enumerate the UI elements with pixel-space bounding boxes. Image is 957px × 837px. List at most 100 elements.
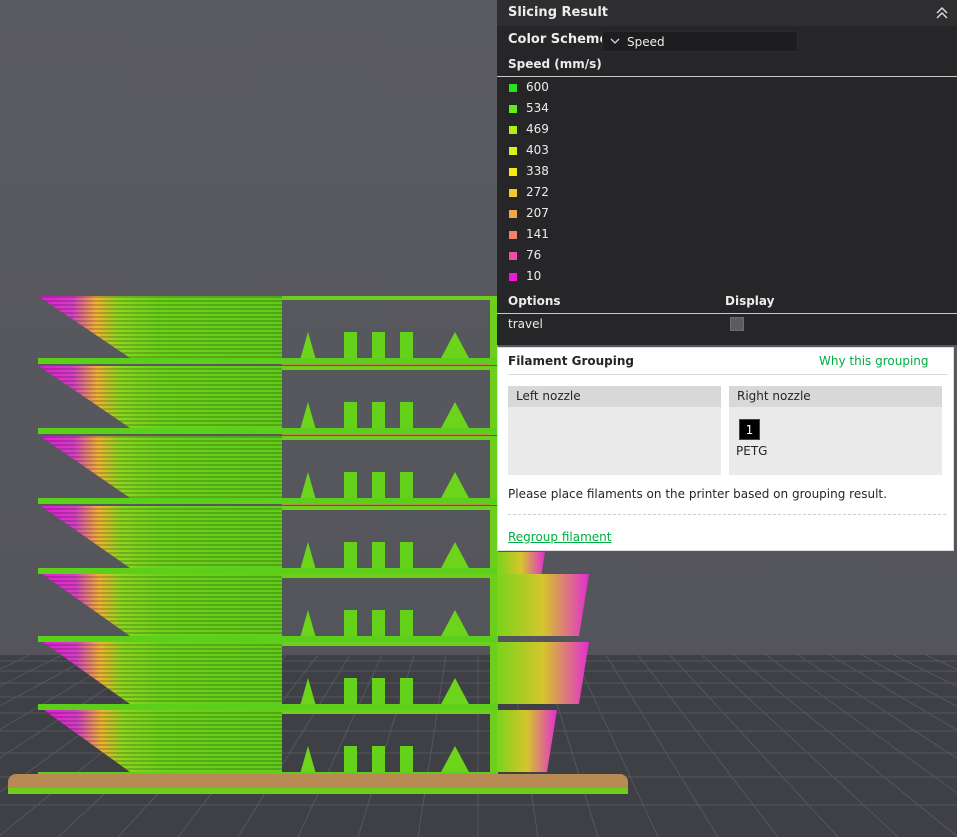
pillar <box>400 332 413 360</box>
color-scheme-value: Speed <box>627 35 665 49</box>
left-nozzle-label: Left nozzle <box>508 386 721 407</box>
chevron-down-icon <box>610 38 620 44</box>
shelf-bottom-edge <box>38 568 498 574</box>
collapse-up-icon[interactable] <box>934 5 950 21</box>
shelf-left-stripes <box>40 436 282 498</box>
legend-swatch <box>509 105 517 113</box>
pillar <box>372 678 385 706</box>
shelf-bottom-edge <box>38 704 498 710</box>
pillar <box>344 610 357 638</box>
cone-small <box>300 610 316 638</box>
pillar <box>372 610 385 638</box>
pillar <box>400 678 413 706</box>
shelf-top-rail <box>282 506 494 510</box>
legend-swatch <box>509 231 517 239</box>
travel-option-label: travel <box>508 317 543 331</box>
shelf-bottom-edge <box>38 428 498 434</box>
shelf-top-rail <box>282 436 494 440</box>
shelf-right-post <box>490 710 498 779</box>
legend-label: 10 <box>526 269 542 283</box>
legend-label: 469 <box>526 122 549 136</box>
pillar <box>400 746 413 774</box>
pillar <box>400 610 413 638</box>
regroup-filament-link[interactable]: Regroup filament <box>508 530 611 544</box>
color-scheme-label: Color Scheme <box>508 32 609 47</box>
speed-legend-item: 403 <box>509 143 589 161</box>
pillar <box>344 402 357 430</box>
filament-grouping-panel: Filament Grouping Why this grouping Left… <box>497 347 954 551</box>
shelf-left-stripes <box>38 296 282 358</box>
shelf-right-block <box>497 574 589 636</box>
left-nozzle-box[interactable]: Left nozzle <box>508 386 721 475</box>
cone-large <box>440 610 470 638</box>
cone-small <box>300 472 316 500</box>
cone-large <box>440 402 470 430</box>
shelf-top-rail <box>282 710 494 714</box>
legend-swatch <box>509 84 517 92</box>
pillar <box>400 402 413 430</box>
legend-swatch <box>509 210 517 218</box>
right-nozzle-label: Right nozzle <box>729 386 942 407</box>
legend-label: 76 <box>526 248 542 262</box>
color-scheme-select[interactable]: Speed <box>602 31 798 52</box>
pillar <box>372 472 385 500</box>
filament-chip[interactable]: 1 <box>739 419 760 440</box>
shelf-left-stripes <box>41 506 282 568</box>
shelf-top-rail <box>282 574 494 578</box>
pillar <box>344 472 357 500</box>
pillar <box>372 332 385 360</box>
cone-large <box>440 332 470 360</box>
legend-swatch <box>509 189 517 197</box>
slicing-result-title: Slicing Result <box>508 5 609 20</box>
speed-legend-item: 469 <box>509 122 589 140</box>
divider <box>497 76 957 77</box>
legend-label: 141 <box>526 227 549 241</box>
slicing-result-panel: Slicing Result Color Scheme Speed Speed … <box>497 0 957 345</box>
shelf-left-stripes <box>43 642 282 704</box>
right-nozzle-box[interactable]: Right nozzle 1 PETG <box>729 386 942 475</box>
legend-label: 272 <box>526 185 549 199</box>
divider <box>508 374 948 375</box>
travel-display-checkbox[interactable] <box>730 317 744 331</box>
display-heading: Display <box>725 294 775 308</box>
shelf-right-post <box>490 642 498 711</box>
pillar <box>372 542 385 570</box>
pillar <box>344 332 357 360</box>
legend-swatch <box>509 168 517 176</box>
pillar <box>400 542 413 570</box>
shelf-right-block <box>497 710 557 772</box>
cone-small <box>300 542 316 570</box>
cone-small <box>300 332 316 360</box>
filament-name: PETG <box>736 444 768 458</box>
pillar <box>372 402 385 430</box>
cone-small <box>300 678 316 706</box>
pillar <box>344 542 357 570</box>
base-plate-edge <box>8 788 628 794</box>
cone-large <box>440 472 470 500</box>
why-this-grouping-link[interactable]: Why this grouping <box>819 354 929 368</box>
grouping-note: Please place filaments on the printer ba… <box>508 487 887 501</box>
speed-legend-item: 141 <box>509 227 589 245</box>
legend-label: 534 <box>526 101 549 115</box>
legend-label: 207 <box>526 206 549 220</box>
speed-legend-item: 600 <box>509 80 589 98</box>
speed-legend-heading: Speed (mm/s) <box>508 57 602 71</box>
shelf-right-block <box>497 642 589 704</box>
speed-legend-item: 338 <box>509 164 589 182</box>
shelf-right-post <box>490 574 498 643</box>
legend-label: 338 <box>526 164 549 178</box>
shelf-left-stripes <box>44 710 282 772</box>
shelf-bottom-edge <box>38 358 498 364</box>
legend-label: 600 <box>526 80 549 94</box>
shelf-top-rail <box>282 296 494 300</box>
shelf-top-rail <box>282 642 494 646</box>
cone-small <box>300 746 316 774</box>
cone-large <box>440 746 470 774</box>
pillar <box>372 746 385 774</box>
dashed-divider <box>508 514 946 515</box>
shelf-left-stripes <box>42 574 282 636</box>
cone-small <box>300 402 316 430</box>
legend-swatch <box>509 273 517 281</box>
pillar <box>400 472 413 500</box>
shelf-bottom-edge <box>38 636 498 642</box>
